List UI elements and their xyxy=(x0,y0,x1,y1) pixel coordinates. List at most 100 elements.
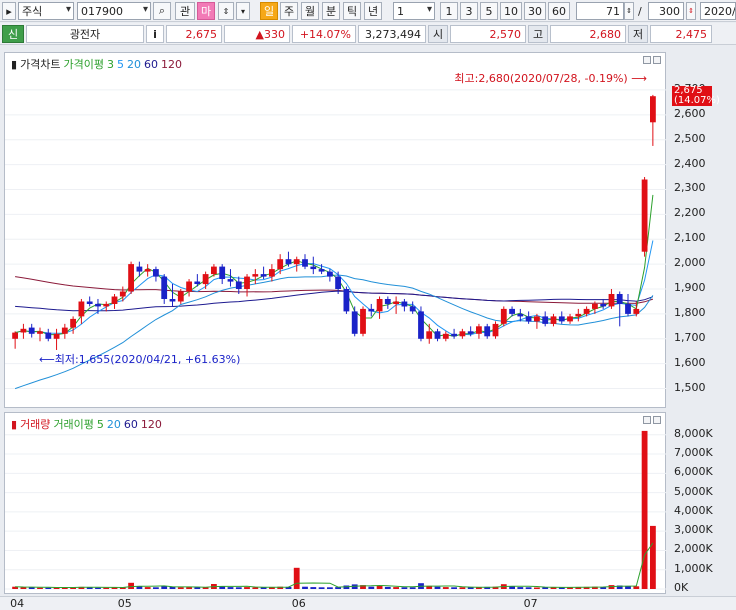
interval-select[interactable]: 1 xyxy=(393,2,435,20)
price-candle-up xyxy=(244,276,250,289)
quote-bar: 신 광전자 i 2,675 ▲330 +14.07% 3,273,494 시 2… xyxy=(0,23,736,45)
interval-select-value: 1 xyxy=(397,4,404,18)
period-day-button[interactable]: 일 xyxy=(260,2,278,20)
price-candle-down xyxy=(509,308,515,314)
price-candle-up xyxy=(442,333,449,339)
price-candle-down xyxy=(558,316,565,322)
price-chart-panel[interactable]: ▮ 가격차트 가격이평 3 5 20 60 120 최고:2,680(2020/… xyxy=(4,52,667,408)
search-icon[interactable]: ⌕ xyxy=(153,2,171,20)
volume-bar-down xyxy=(467,587,474,589)
high-label: 고 xyxy=(528,25,548,43)
high-price: 2,680 xyxy=(550,25,626,43)
price-ma-3-line xyxy=(14,194,654,337)
period-year-button[interactable]: 년 xyxy=(364,2,382,20)
market-select[interactable]: 주식 xyxy=(18,2,74,20)
current-price: 2,675 xyxy=(166,25,222,43)
price-candle-up xyxy=(608,294,615,307)
volume-chart-panel[interactable]: ▮ 거래량 거래이평 5 20 60 120 xyxy=(4,412,667,594)
price-candle-up xyxy=(103,303,110,307)
btn-ma[interactable]: 마 xyxy=(197,2,215,20)
price-candle-up xyxy=(293,259,300,265)
market-select-value: 주식 xyxy=(22,5,43,18)
volume-bar-down xyxy=(384,586,391,589)
date-value: 2020/0 xyxy=(704,4,736,18)
price-candle-down xyxy=(335,276,341,289)
interval-1-button[interactable]: 1 xyxy=(440,2,458,20)
price-candle-down xyxy=(327,271,333,277)
period-month-button[interactable]: 월 xyxy=(301,2,319,20)
count-stepper-icon[interactable]: ⇕ xyxy=(624,2,634,20)
chevron-down-icon[interactable]: ▾ xyxy=(236,2,250,20)
price-candle-up xyxy=(567,316,573,322)
interval-5-button[interactable]: 5 xyxy=(480,2,498,20)
price-candle-down xyxy=(525,316,532,322)
price-candle-down xyxy=(517,313,524,317)
price-y-tick-label: 2,200 xyxy=(674,206,706,220)
toolbar-row-1: ▸ 주식 017900 ⌕ 관 마 ⇕ ▾ 일 주 월 분 틱 년 1 1 3 … xyxy=(0,0,736,22)
price-candle-up xyxy=(592,303,598,309)
x-tick-label: 04 xyxy=(10,597,25,610)
price-candle-up xyxy=(500,308,507,324)
volume-ma-5-line xyxy=(15,542,654,589)
price-y-tick-label: 2,500 xyxy=(674,131,706,145)
price-candle-down xyxy=(194,281,201,284)
interval-10-button[interactable]: 10 xyxy=(500,2,522,20)
date-input[interactable]: 2020/0 xyxy=(700,2,736,20)
price-candle-up xyxy=(269,269,275,277)
volume-bar-up xyxy=(244,587,250,589)
period-week-button[interactable]: 주 xyxy=(280,2,298,20)
volume-y-tick-label: 5,000K xyxy=(674,484,713,498)
price-candle-down xyxy=(401,301,408,307)
volume-bar-down xyxy=(509,586,515,589)
total-count-input[interactable]: 300 xyxy=(648,2,684,20)
price-candle-down xyxy=(368,308,375,312)
price-candle-up xyxy=(78,301,85,317)
stock-code-input[interactable]: 017900 xyxy=(77,2,151,20)
price-ma-60-line xyxy=(15,290,654,312)
volume-bar-up xyxy=(641,430,648,589)
price-candle-down xyxy=(285,259,292,265)
updown-stepper-icon[interactable]: ⇕ xyxy=(218,2,234,20)
price-candle-up xyxy=(633,308,640,314)
interval-60-button[interactable]: 60 xyxy=(548,2,570,20)
low-annotation-text: 최저:1,655(2020/04/21, +61.63%) xyxy=(54,353,241,366)
price-candle-up xyxy=(70,318,76,328)
price-candle-up xyxy=(583,308,590,314)
info-button[interactable]: i xyxy=(146,25,164,43)
volume-bar-up xyxy=(376,585,383,589)
price-candle-down xyxy=(310,266,317,270)
volume-bar-up xyxy=(144,587,151,589)
volume-y-tick-label: 6,000K xyxy=(674,465,713,479)
volume-bar-down xyxy=(525,587,532,589)
price-candle-down xyxy=(219,266,226,279)
price-candle-down xyxy=(616,294,623,304)
price-candle-down xyxy=(136,266,143,272)
price-candle-down xyxy=(467,331,474,334)
price-candle-up xyxy=(12,332,18,339)
panel-toggle-icon[interactable]: ▸ xyxy=(2,2,16,20)
volume-bar-down xyxy=(451,587,457,589)
low-annotation: ⟵최저:1,655(2020/04/21, +61.63%) xyxy=(39,353,241,366)
period-minute-button[interactable]: 분 xyxy=(322,2,340,20)
total-stepper-icon[interactable]: ⇕ xyxy=(686,2,696,20)
price-candle-down xyxy=(484,326,491,337)
price-candle-down xyxy=(384,299,391,304)
volume-bar-down xyxy=(327,587,333,589)
price-candle-down xyxy=(625,303,631,314)
change-percent: +14.07% xyxy=(292,25,356,43)
price-candle-up xyxy=(111,296,118,304)
volume-bar-down xyxy=(409,587,416,589)
interval-3-button[interactable]: 3 xyxy=(460,2,478,20)
btn-gwan[interactable]: 관 xyxy=(175,2,195,20)
interval-30-button[interactable]: 30 xyxy=(524,2,546,20)
volume-y-tick-label: 3,000K xyxy=(674,523,713,537)
display-count-input[interactable]: 71 xyxy=(576,2,624,20)
price-candle-up xyxy=(20,328,27,333)
price-candle-up xyxy=(426,331,433,339)
period-tick-button[interactable]: 틱 xyxy=(343,2,361,20)
price-candle-down xyxy=(86,301,93,304)
low-label: 저 xyxy=(628,25,648,43)
price-candle-down xyxy=(542,316,549,324)
price-y-tick-label: 1,800 xyxy=(674,305,706,319)
volume-bar-up xyxy=(128,582,134,589)
